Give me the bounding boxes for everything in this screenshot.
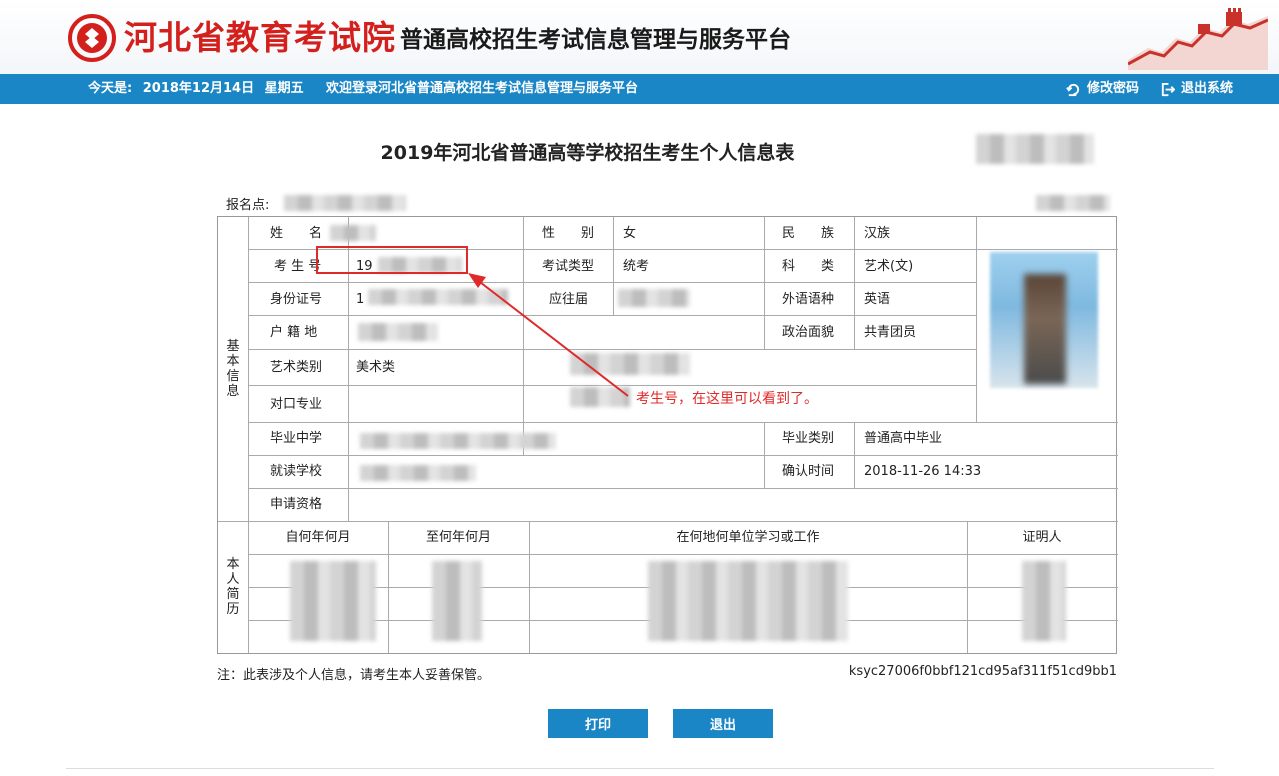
today-weekday: 星期五	[264, 81, 304, 96]
exam-board-seal-icon	[68, 14, 116, 62]
current-school-label: 就读学校	[270, 464, 323, 479]
logout-icon	[1161, 82, 1175, 96]
counterpart-major-label: 对口专业	[270, 397, 323, 412]
privacy-note: 注：此表涉及个人信息，请考生本人妥善保管。	[217, 668, 491, 683]
resume-header-to: 至何年何月	[425, 530, 491, 545]
language-label: 外语语种	[782, 292, 835, 307]
redacted-resume-from	[290, 561, 376, 641]
political-value: 共青团员	[864, 325, 917, 340]
political-label: 政治面貌	[782, 325, 835, 340]
today-info: 今天是: 2018年12月14日 星期五	[88, 74, 310, 104]
platform-name: 普通高校招生考试信息管理与服务平台	[400, 27, 791, 53]
redacted-id-number	[368, 289, 508, 305]
exam-number-highlight-box	[316, 246, 468, 274]
redacted-site	[284, 195, 406, 211]
top-bar: 今天是: 2018年12月14日 星期五 欢迎登录河北省普通高校招生考试信息管理…	[0, 74, 1279, 104]
art-category-value: 美术类	[356, 360, 396, 375]
gender-label: 性 别	[542, 226, 595, 241]
resume-header-witness: 证明人	[1022, 530, 1062, 545]
exam-type-value: 统考	[623, 259, 650, 274]
org-name: 河北省教育考试院	[124, 18, 396, 57]
id-number-value: 1	[356, 292, 365, 307]
redacted-name	[330, 225, 376, 241]
redacted-counterpart	[570, 387, 630, 407]
resume-section-label: 本人简历	[226, 557, 240, 617]
confirm-time-label: 确认时间	[782, 464, 835, 479]
redacted-resume-to	[432, 561, 482, 641]
gender-value: 女	[623, 226, 637, 241]
logout-label: 退出系统	[1181, 81, 1234, 96]
qualification-label: 申请资格	[270, 497, 323, 512]
graduate-type-value: 普通高中毕业	[864, 431, 943, 446]
site-header: 河北省教育考试院 普通高校招生考试信息管理与服务平台	[0, 0, 1279, 74]
redacted-graduate-school	[360, 433, 556, 449]
subject-label: 科 类	[782, 259, 835, 274]
footer-divider	[66, 768, 1214, 769]
welcome-text: 欢迎登录河北省普通高校招生考试信息管理与服务平台	[326, 81, 639, 96]
hukou-label: 户 籍 地	[270, 325, 318, 340]
graduate-type-label: 毕业类别	[782, 431, 835, 446]
change-password-link[interactable]: 修改密码	[1066, 74, 1139, 104]
exam-type-label: 考试类型	[542, 259, 595, 274]
redacted-resume-witness	[1022, 561, 1066, 641]
redacted-grad-year	[618, 289, 690, 307]
student-photo	[990, 252, 1098, 388]
redacted-resume-place	[648, 561, 848, 641]
redacted-serial	[976, 134, 1094, 164]
exam-number-label: 考 生 号	[274, 259, 322, 274]
redacted-current-school	[360, 465, 476, 481]
ethnicity-label: 民 族	[782, 226, 835, 241]
logout-link[interactable]: 退出系统	[1160, 74, 1233, 104]
print-button[interactable]: 打印	[548, 709, 648, 738]
site-label: 报名点:	[226, 198, 270, 213]
id-number-label: 身份证号	[270, 292, 323, 307]
redacted-art-exam	[570, 353, 690, 375]
resume-header-place: 在何地何单位学习或工作	[676, 530, 820, 545]
redacted-site-code	[1036, 195, 1110, 211]
language-value: 英语	[864, 292, 891, 307]
grad-year-label: 应往届	[549, 292, 589, 307]
graduate-school-label: 毕业中学	[270, 431, 323, 446]
subject-value: 艺术(文)	[864, 259, 914, 274]
today-label: 今天是:	[88, 81, 133, 96]
great-wall-icon	[1128, 8, 1268, 70]
resume-header-from: 自何年何月	[285, 530, 351, 545]
name-label: 姓 名	[270, 226, 323, 241]
redacted-hukou	[358, 323, 438, 341]
confirm-time-value: 2018-11-26 14:33	[864, 464, 982, 479]
verification-code: ksyc27006f0bbf121cd95af311f51cd9bb1	[848, 664, 1117, 679]
basic-info-section-label: 基本信息	[226, 339, 240, 399]
exit-button[interactable]: 退出	[673, 709, 773, 738]
ethnicity-value: 汉族	[864, 226, 891, 241]
info-table: 基本信息 本人简历 姓 名 性 别 女 民 族 汉族 考 生 号 19 考试类型…	[217, 216, 1118, 654]
today-date: 2018年12月14日	[142, 81, 255, 96]
art-category-label: 艺术类别	[270, 360, 323, 375]
refresh-key-icon	[1066, 83, 1080, 96]
annotation-text: 考生号，在这里可以看到了。	[636, 391, 818, 407]
change-password-label: 修改密码	[1087, 81, 1140, 96]
